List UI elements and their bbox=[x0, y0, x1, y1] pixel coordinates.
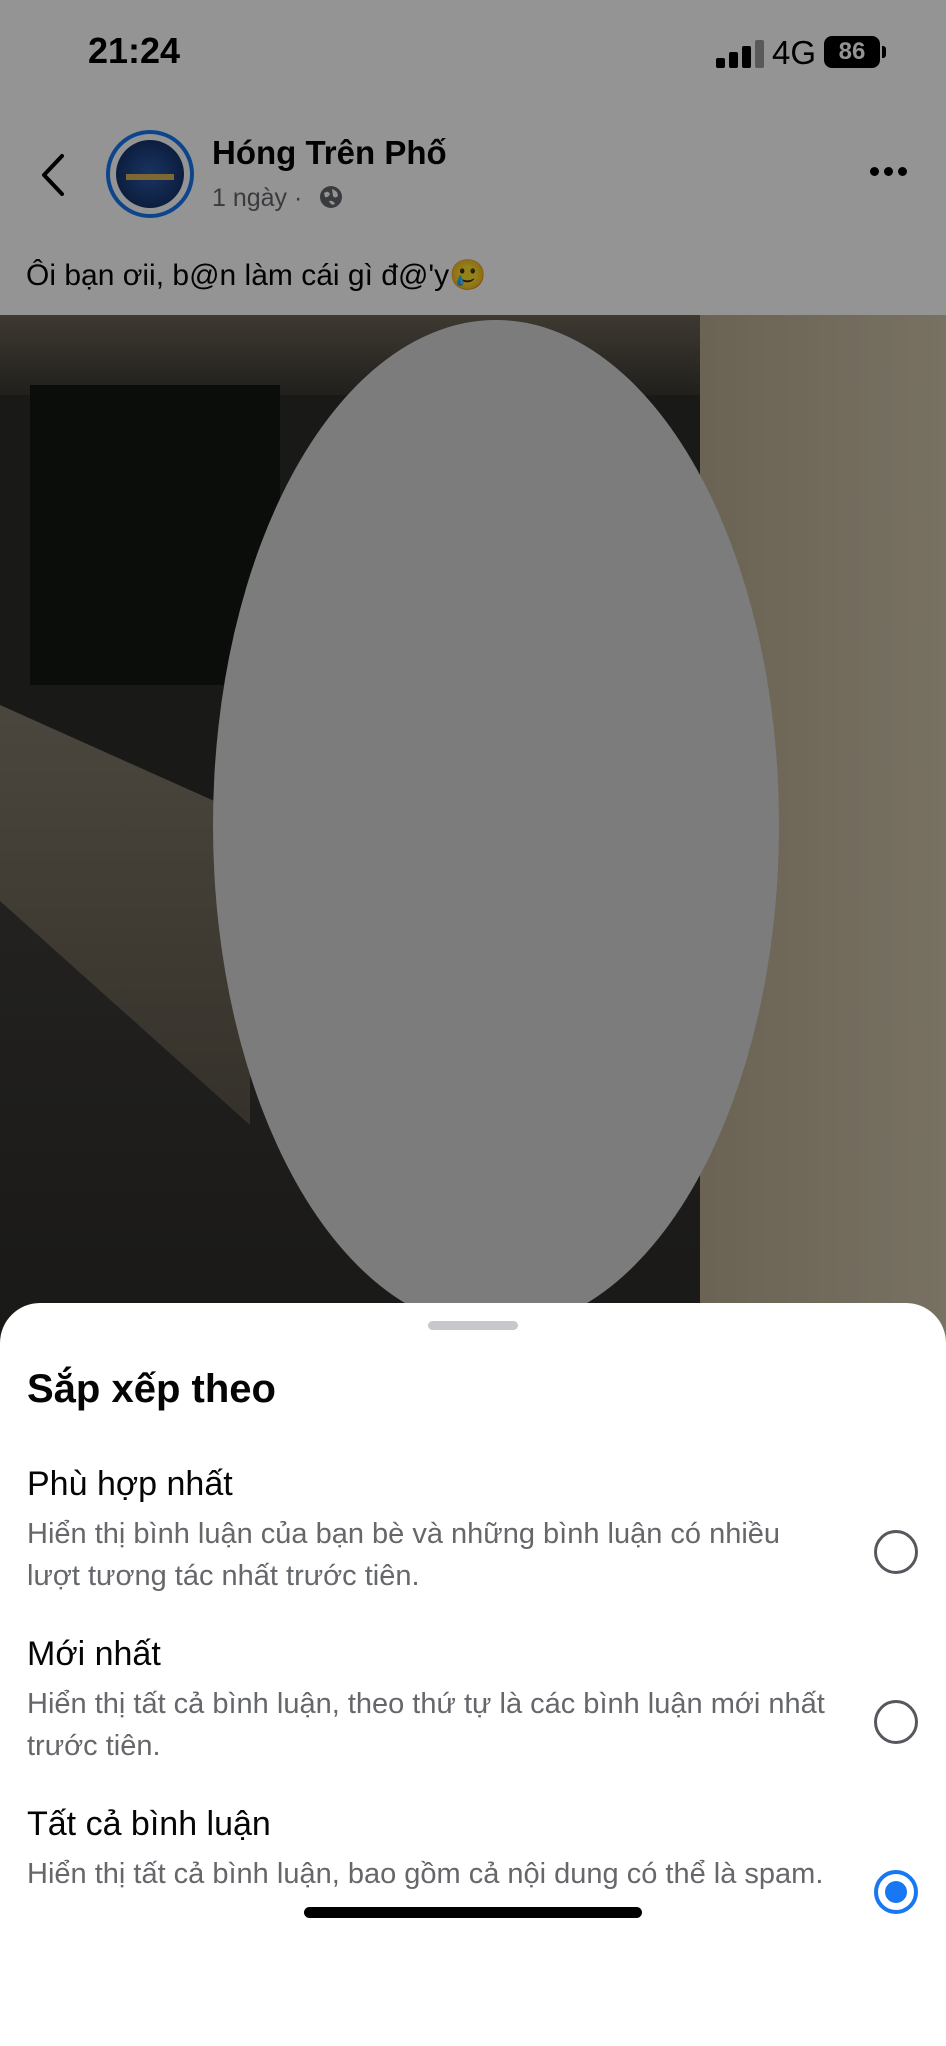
radio-button[interactable] bbox=[874, 1700, 918, 1744]
option-label: Phù hợp nhất bbox=[27, 1465, 233, 1503]
radio-button-selected[interactable] bbox=[874, 1870, 918, 1914]
option-label: Mới nhất bbox=[27, 1635, 161, 1673]
radio-button[interactable] bbox=[874, 1530, 918, 1574]
sort-option-most-relevant[interactable]: Phù hợp nhất Hiển thị bình luận của bạn … bbox=[0, 1465, 946, 1625]
sheet-grabber[interactable] bbox=[428, 1321, 518, 1330]
sort-bottom-sheet: Sắp xếp theo Phù hợp nhất Hiển thị bình … bbox=[0, 1303, 946, 2046]
sheet-title: Sắp xếp theo bbox=[27, 1367, 276, 1411]
option-description: Hiển thị tất cả bình luận, bao gồm cả nộ… bbox=[27, 1858, 824, 1890]
option-label: Tất cả bình luận bbox=[27, 1805, 271, 1843]
option-description: Hiển thị tất cả bình luận, theo thứ tự l… bbox=[27, 1688, 825, 1762]
screen: 21:24 4G 86 Hóng Trên Phố 1 ngày · Ôi bạ… bbox=[0, 0, 946, 2046]
home-indicator[interactable] bbox=[304, 1907, 642, 1918]
option-description: Hiển thị bình luận của bạn bè và những b… bbox=[27, 1518, 781, 1592]
sort-option-newest[interactable]: Mới nhất Hiển thị tất cả bình luận, theo… bbox=[0, 1635, 946, 1795]
sort-option-all-comments[interactable]: Tất cả bình luận Hiển thị tất cả bình lu… bbox=[0, 1805, 946, 1965]
